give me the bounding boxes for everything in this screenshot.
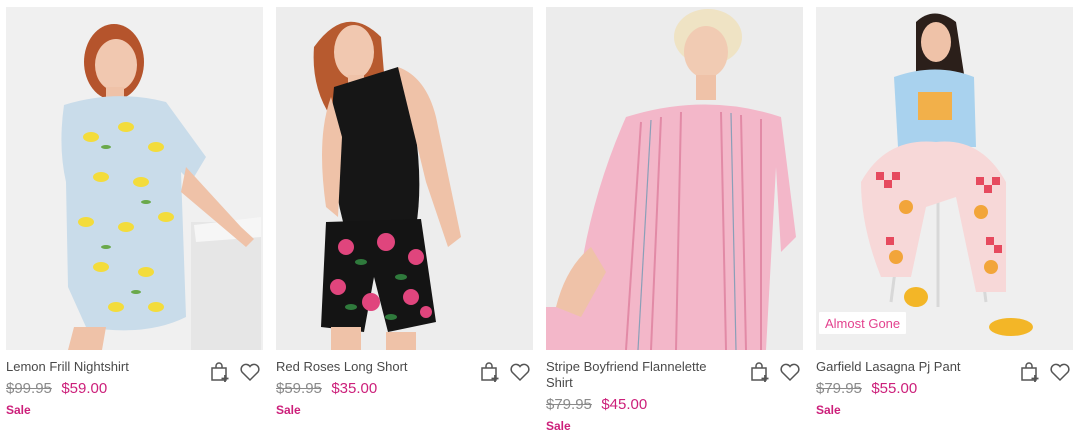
sale-price: $35.00 bbox=[331, 380, 378, 397]
product-image[interactable] bbox=[546, 7, 803, 350]
sale-tag: Sale bbox=[276, 403, 301, 417]
original-price: $79.95 bbox=[546, 396, 592, 413]
product-name[interactable]: Stripe Boyfriend Flannelette Shirt bbox=[546, 359, 726, 391]
heart-icon bbox=[510, 363, 530, 382]
original-price: $99.95 bbox=[6, 380, 52, 397]
sale-tag: Sale bbox=[816, 403, 841, 417]
product-info: Red Roses Long Short $59.95 $35.00 Sale bbox=[276, 350, 533, 417]
product-info: Lemon Frill Nightshirt $99.95 $59.00 Sal… bbox=[6, 350, 263, 417]
product-actions bbox=[747, 359, 803, 385]
wishlist-button[interactable] bbox=[507, 359, 533, 385]
product-image[interactable]: Almost Gone bbox=[816, 7, 1073, 350]
product-image[interactable] bbox=[276, 7, 533, 350]
original-price: $79.95 bbox=[816, 380, 862, 397]
sale-tag: Sale bbox=[6, 403, 31, 417]
wishlist-button[interactable] bbox=[237, 359, 263, 385]
product-image[interactable] bbox=[6, 7, 263, 350]
product-card: Stripe Boyfriend Flannelette Shirt $79.9… bbox=[546, 7, 803, 433]
wishlist-button[interactable] bbox=[777, 359, 803, 385]
sale-price: $59.00 bbox=[61, 380, 108, 397]
product-card: Lemon Frill Nightshirt $99.95 $59.00 Sal… bbox=[6, 7, 263, 417]
sale-price: $45.00 bbox=[601, 396, 648, 413]
sale-price: $55.00 bbox=[871, 380, 918, 397]
product-actions bbox=[207, 359, 263, 385]
add-to-bag-button[interactable] bbox=[747, 359, 773, 385]
heart-icon bbox=[780, 363, 800, 382]
product-actions bbox=[477, 359, 533, 385]
add-to-bag-button[interactable] bbox=[1017, 359, 1043, 385]
heart-icon bbox=[1050, 363, 1070, 382]
wishlist-button[interactable] bbox=[1047, 359, 1073, 385]
product-actions bbox=[1017, 359, 1073, 385]
original-price: $59.95 bbox=[276, 380, 322, 397]
product-card: Almost Gone Garfield Lasagna Pj Pant $79… bbox=[816, 7, 1073, 417]
bag-plus-icon bbox=[481, 362, 499, 382]
bag-plus-icon bbox=[211, 362, 229, 382]
sale-tag: Sale bbox=[546, 419, 571, 433]
product-card: Red Roses Long Short $59.95 $35.00 Sale bbox=[276, 7, 533, 417]
bag-plus-icon bbox=[751, 362, 769, 382]
product-name[interactable]: Lemon Frill Nightshirt bbox=[6, 359, 186, 375]
product-name[interactable]: Garfield Lasagna Pj Pant bbox=[816, 359, 996, 375]
product-grid: Lemon Frill Nightshirt $99.95 $59.00 Sal… bbox=[0, 0, 1080, 434]
bag-plus-icon bbox=[1021, 362, 1039, 382]
price-row: $79.95 $45.00 bbox=[546, 395, 803, 415]
heart-icon bbox=[240, 363, 260, 382]
product-info: Stripe Boyfriend Flannelette Shirt $79.9… bbox=[546, 350, 803, 433]
stock-badge: Almost Gone bbox=[819, 312, 907, 334]
product-info: Garfield Lasagna Pj Pant $79.95 $55.00 S… bbox=[816, 350, 1073, 417]
add-to-bag-button[interactable] bbox=[477, 359, 503, 385]
product-name[interactable]: Red Roses Long Short bbox=[276, 359, 456, 375]
add-to-bag-button[interactable] bbox=[207, 359, 233, 385]
